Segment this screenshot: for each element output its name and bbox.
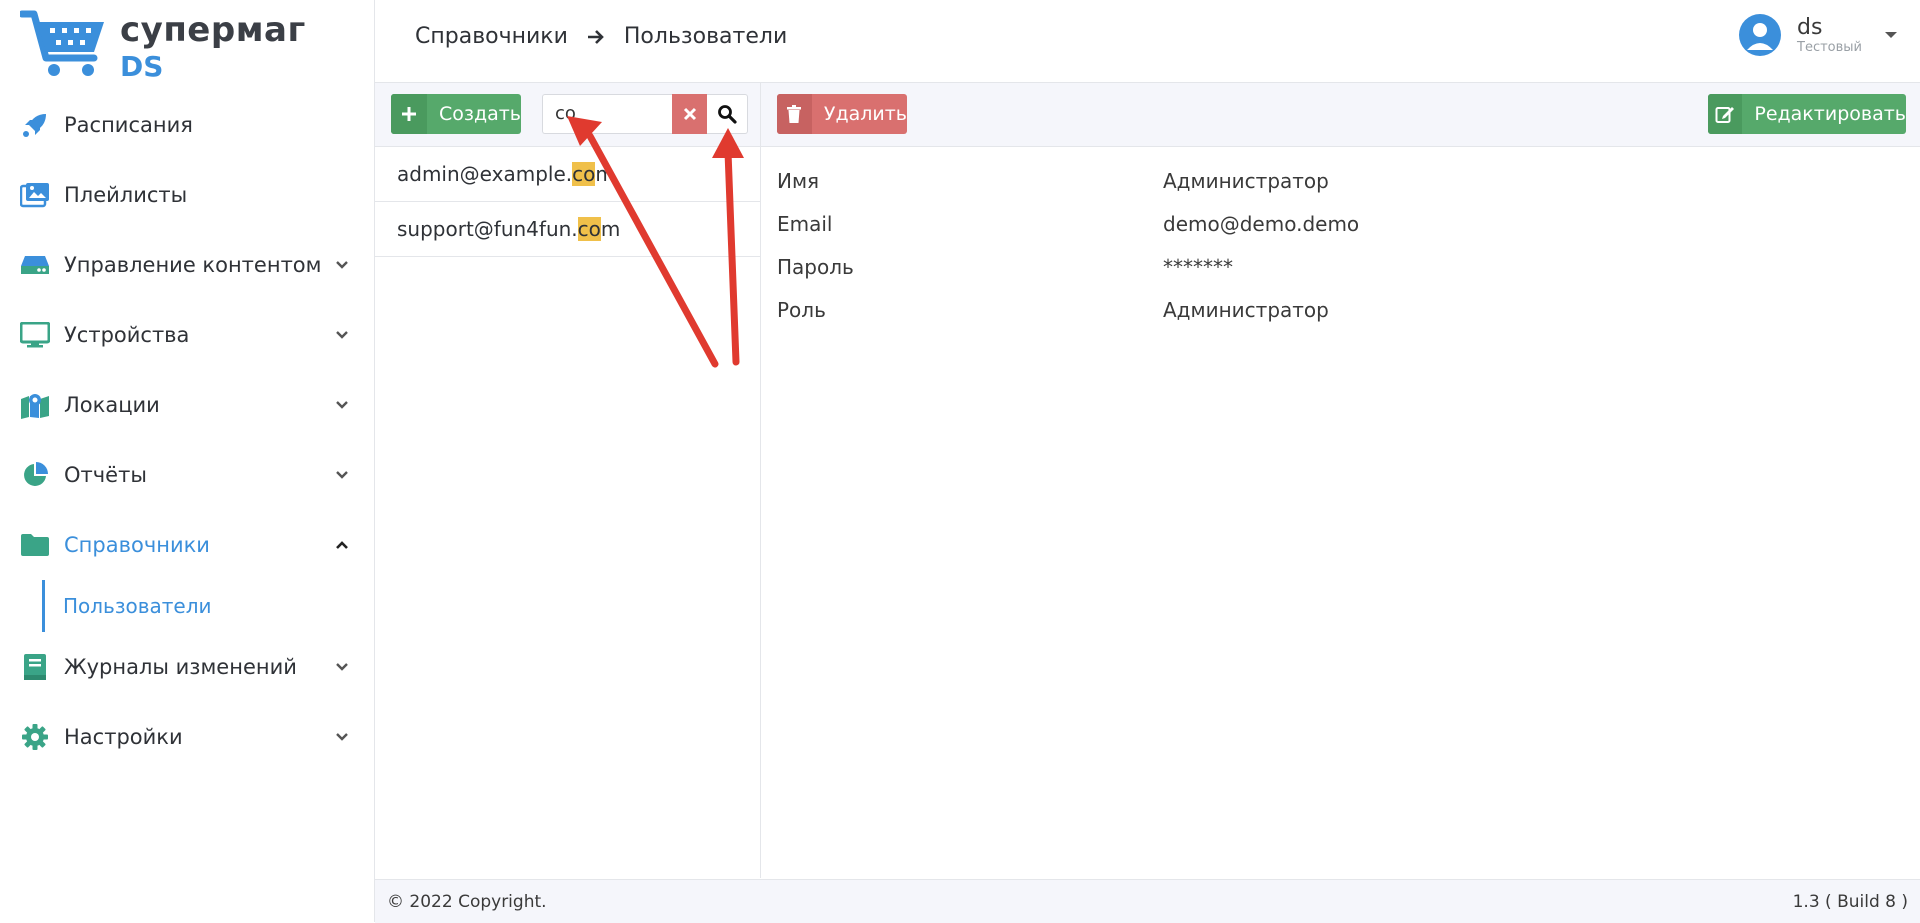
chevron-down-icon [336, 733, 348, 741]
field-row-password: Пароль ******* [777, 245, 1877, 288]
sidebar-item-schedules[interactable]: Расписания [0, 90, 374, 160]
field-label: Роль [777, 297, 826, 322]
field-label: Имя [777, 168, 820, 193]
map-icon [20, 390, 50, 420]
breadcrumb-directories[interactable]: Справочники [415, 24, 568, 49]
sidebar-item-label: Расписания [64, 113, 193, 137]
field-value: Администратор [1163, 168, 1329, 193]
chevron-down-icon [336, 331, 348, 339]
sidebar-subitem-users[interactable]: Пользователи [42, 580, 374, 632]
list-item[interactable]: admin@example. co m [375, 147, 760, 202]
chevron-down-icon [336, 261, 348, 269]
chevron-down-icon [336, 471, 348, 479]
cart-logo-icon [20, 10, 104, 76]
search-button[interactable] [707, 94, 748, 134]
create-button-label: Создать [438, 103, 521, 125]
sidebar-item-label: Локации [64, 393, 160, 417]
field-label: Пароль [777, 254, 854, 279]
list-toolbar: Создать co [375, 83, 760, 147]
footer: © 2022 Copyright. 1.3 ( Build 8 ) [375, 879, 1920, 923]
sidebar-item-label: Настройки [64, 725, 183, 749]
sidebar-subitem-label: Пользователи [63, 594, 212, 618]
sidebar-item-directories[interactable]: Справочники [0, 510, 374, 580]
sidebar-nav: Расписания Плейлисты Управление контенто… [0, 90, 374, 772]
breadcrumb-users: Пользователи [623, 24, 788, 49]
sidebar-item-devices[interactable]: Устройства [0, 300, 374, 370]
images-icon [20, 180, 50, 210]
list-item-text-after: m [595, 162, 615, 186]
user-role: Тестовый [1797, 39, 1862, 55]
rocket-icon [20, 110, 50, 140]
plus-icon [391, 94, 427, 134]
chevron-up-icon [336, 541, 348, 549]
version: 1.3 ( Build 8 ) [1792, 892, 1908, 912]
search-match-highlight: co [577, 217, 601, 241]
edit-icon [1708, 94, 1743, 134]
sidebar-item-settings[interactable]: Настройки [0, 702, 374, 772]
sidebar-item-label: Плейлисты [64, 183, 188, 207]
logo-title: супермаг [120, 10, 306, 50]
pie-chart-icon [20, 460, 50, 490]
list-item-text-after: m [600, 217, 621, 241]
sidebar-item-label: Устройства [64, 323, 190, 347]
user-fields: Имя Администратор Email demo@demo.demo П… [777, 159, 1877, 331]
sidebar-item-locations[interactable]: Локации [0, 370, 374, 440]
user-name: ds [1797, 14, 1823, 40]
arrow-right-icon [587, 29, 604, 44]
users-list-panel: Создать co admin@example. co m support@fun… [375, 83, 761, 878]
field-value: ******* [1163, 254, 1233, 279]
delete-button[interactable]: Удалить [777, 94, 907, 134]
folder-icon [20, 530, 50, 560]
delete-button-label: Удалить [823, 103, 907, 125]
book-icon [20, 652, 50, 682]
trash-icon [777, 94, 812, 134]
app-logo[interactable]: супермаг DS [20, 8, 320, 83]
list-item[interactable]: support@fun4fun. co m [375, 202, 760, 257]
edit-button[interactable]: Редактировать [1708, 94, 1906, 134]
sidebar: супермаг DS Расписания Плейлисты Управле… [0, 0, 375, 922]
field-value: Администратор [1163, 297, 1329, 322]
list-item-text-before: admin@example. [397, 162, 573, 186]
chevron-down-icon [336, 401, 348, 409]
monitor-icon [20, 320, 50, 350]
create-button[interactable]: Создать [391, 94, 521, 134]
sidebar-item-reports[interactable]: Отчёты [0, 440, 374, 510]
avatar [1739, 14, 1781, 56]
field-value: demo@demo.demo [1163, 211, 1360, 236]
user-menu[interactable]: ds Тестовый [1739, 14, 1898, 56]
breadcrumb: Справочники Пользователи [415, 24, 787, 49]
logo-subtitle: DS [120, 50, 164, 83]
sidebar-item-playlists[interactable]: Плейлисты [0, 160, 374, 230]
sidebar-item-changelogs[interactable]: Журналы изменений [0, 632, 374, 702]
hdd-icon [20, 250, 50, 280]
caret-down-icon[interactable] [1884, 30, 1898, 40]
edit-button-label: Редактировать [1754, 103, 1906, 125]
search-input[interactable]: co [542, 94, 672, 134]
chevron-down-icon [336, 663, 348, 671]
detail-toolbar: Удалить Редактировать [761, 83, 1920, 147]
sidebar-item-label: Журналы изменений [64, 655, 297, 679]
field-row-email: Email demo@demo.demo [777, 202, 1877, 245]
gear-icon [20, 722, 50, 752]
users-list: admin@example. co m support@fun4fun. co m [375, 147, 760, 257]
field-row-role: Роль Администратор [777, 288, 1877, 331]
copyright: © 2022 Copyright. [387, 892, 547, 912]
search-icon [718, 105, 737, 124]
list-item-text-before: support@fun4fun. [397, 217, 578, 241]
close-icon [683, 107, 696, 121]
field-row-name: Имя Администратор [777, 159, 1877, 202]
search-match-highlight: co [572, 162, 596, 186]
field-label: Email [777, 211, 833, 236]
clear-search-button[interactable] [672, 94, 707, 134]
sidebar-item-label: Отчёты [64, 463, 147, 487]
top-header: Справочники Пользователи ds Тестовый [375, 0, 1920, 83]
sidebar-item-label: Справочники [64, 533, 210, 557]
sidebar-item-label: Управление контентом [64, 253, 322, 277]
user-detail-panel: Удалить Редактировать Имя Администратор … [761, 83, 1920, 878]
sidebar-item-content[interactable]: Управление контентом [0, 230, 374, 300]
